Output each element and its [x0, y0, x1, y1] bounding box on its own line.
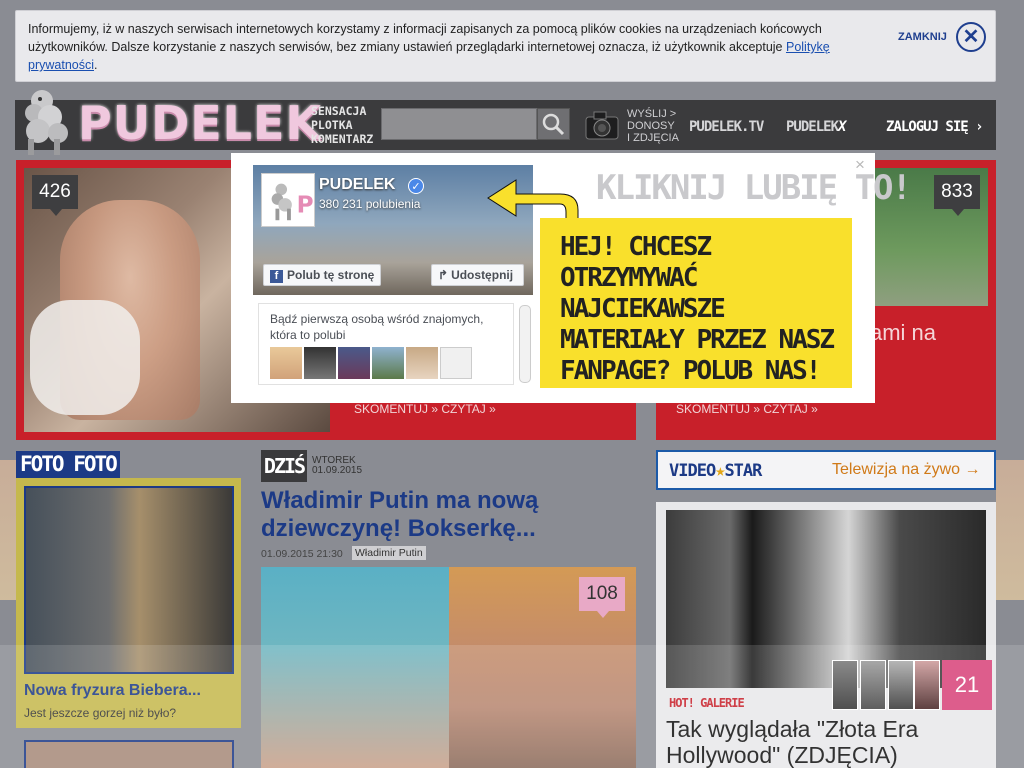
main-article-title[interactable]: Władimir Putin ma nową dziewczynę! Bokse… [261, 487, 631, 543]
foto-image-secondary[interactable] [24, 740, 234, 768]
friend-avatar[interactable] [406, 347, 438, 379]
foto-image[interactable] [24, 486, 234, 674]
cookie-text: Informujemy, iż w naszych serwisach inte… [28, 20, 848, 74]
search-input[interactable] [381, 108, 537, 140]
click-like-heading: KLIKNIJ LUBIĘ TO! [596, 168, 912, 208]
fanpage-promo-text: HEJ! CHCESZ OTRZYMYWAĆ NAJCIEKAWSZE MATE… [560, 232, 835, 386]
facebook-friends-text: Bądź pierwszą osobą wśród znajomych, któ… [270, 312, 484, 342]
section-tag-foto[interactable]: FOTO FOTO [16, 451, 120, 478]
friend-avatar[interactable] [338, 347, 370, 379]
cookie-message: Informujemy, iż w naszych serwisach inte… [28, 22, 822, 54]
poodle-logo-icon[interactable] [14, 87, 76, 157]
cookie-close-label[interactable]: ZAMKNIJ [898, 31, 947, 43]
nav-login[interactable]: ZALOGUJ SIĘ › [886, 119, 984, 135]
gallery-photo-count[interactable]: 21 [942, 660, 992, 710]
send-label-line: DONOSY [627, 120, 675, 132]
facebook-page-avatar[interactable]: P [261, 173, 315, 227]
friend-avatar[interactable] [270, 347, 302, 379]
foto-title[interactable]: Nowa fryzura Biebera... [24, 682, 201, 700]
today-tag: DZIŚ [261, 450, 307, 482]
facebook-share-button[interactable]: ↱ Udostępnij [431, 264, 524, 286]
nav-pudelek-tv[interactable]: PUDELEK.TV [689, 119, 764, 135]
send-label-line: I ZDJĘCIA [627, 132, 679, 144]
cookie-suffix: . [94, 58, 98, 72]
cookie-bar: Informujemy, iż w naszych serwisach inte… [15, 10, 996, 82]
main-article-image-left[interactable] [261, 567, 449, 768]
facebook-share-label: Udostępnij [451, 268, 514, 282]
facebook-page-name[interactable]: PUDELEK [319, 176, 395, 194]
facebook-friends-scrollbar[interactable] [519, 305, 531, 383]
facebook-icon: f [270, 270, 283, 283]
svg-text:P: P [297, 193, 314, 219]
facebook-like-label: Polub tę stronę [287, 268, 375, 282]
friend-avatar-placeholder[interactable] [440, 347, 472, 379]
gallery-title[interactable]: Tak wyglądała "Złota Era Hollywood" (ZDJ… [666, 716, 986, 768]
gallery-thumbnail[interactable] [914, 660, 940, 710]
camera-icon[interactable] [584, 108, 620, 142]
facebook-likes-count: 380 231 polubienia [319, 197, 421, 211]
gallery-thumbnail[interactable] [832, 660, 858, 710]
search-button[interactable] [537, 108, 570, 140]
friend-avatar[interactable] [372, 347, 404, 379]
videostar-logo-a: VIDEO [669, 461, 716, 481]
comment-count-badge[interactable]: 426 [32, 175, 78, 216]
gallery-thumbnail[interactable] [888, 660, 914, 710]
videostar-logo-b: STAR [724, 461, 762, 481]
today-date: 01.09.2015 [312, 465, 363, 476]
foto-subtitle: Jest jeszcze gorzej niż było? [24, 706, 177, 720]
friend-avatar[interactable] [304, 347, 336, 379]
facebook-like-button[interactable]: f Polub tę stronę [263, 264, 381, 286]
site-tagline: SENSACJA PLOTKA KOMENTARZ [311, 104, 373, 146]
comment-count-badge[interactable]: 108 [579, 577, 625, 618]
featured-title-right[interactable]: ami na [870, 320, 936, 346]
videostar-logo[interactable]: VIDEO★STAR [669, 461, 762, 481]
right-edge-image [996, 460, 1024, 600]
nav-pudelek-x[interactable]: PUDELEKX [786, 119, 847, 135]
search-icon [542, 113, 565, 136]
featured-image-pillow [30, 300, 140, 415]
nav-pudelek-x-label: PUDELEK [786, 119, 839, 135]
tagline-line: SENSACJA [311, 104, 367, 118]
close-icon[interactable]: ✕ [956, 22, 986, 52]
send-tips-link[interactable]: WYŚLIJ > DONOSY I ZDJĘCIA [627, 108, 679, 144]
send-label-line: WYŚLIJ > [627, 108, 677, 120]
tagline-line: PLOTKA [311, 118, 353, 132]
article-actions[interactable]: SKOMENTUJ » CZYTAJ » [676, 402, 818, 416]
share-icon: ↱ [438, 268, 449, 282]
gallery-category-tag[interactable]: HOT! GALERIE [669, 696, 745, 710]
gallery-thumbnail[interactable] [860, 660, 886, 710]
main-article-date: 01.09.2015 21:30 [261, 548, 343, 560]
site-logo[interactable]: PUDELEK [78, 96, 322, 150]
nav-pudelek-x-mark: X [838, 119, 847, 135]
main-article-tag[interactable]: Władimir Putin [352, 546, 426, 560]
article-actions[interactable]: SKOMENTUJ » CZYTAJ » [354, 402, 496, 416]
nav-login-label: ZALOGUJ SIĘ [886, 119, 969, 135]
tagline-line: KOMENTARZ [311, 132, 374, 146]
live-tv-link[interactable]: Telewizja na żywo → [832, 461, 981, 479]
verified-badge-icon: ✓ [408, 178, 424, 194]
chevron-right-icon: › [975, 119, 984, 135]
comment-count-badge[interactable]: 833 [934, 175, 980, 216]
